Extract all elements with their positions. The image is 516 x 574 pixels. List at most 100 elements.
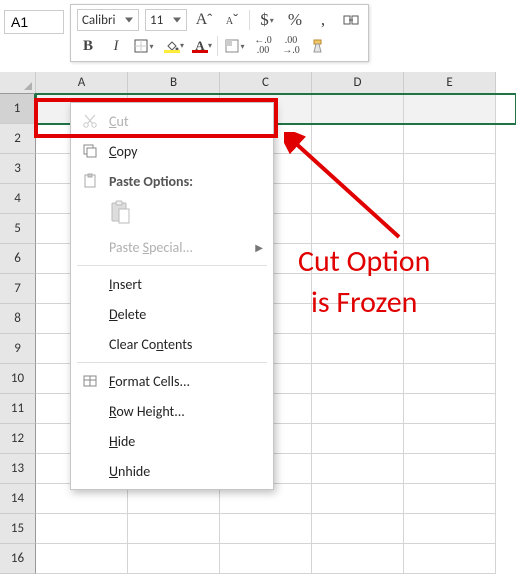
column-header[interactable]: B [128,72,220,94]
cell[interactable] [404,454,496,484]
cell[interactable] [312,454,404,484]
cell[interactable] [404,514,496,544]
cell[interactable] [404,334,496,364]
paste-icon [109,199,131,229]
format-cells-icon [79,373,101,389]
cell[interactable] [36,514,128,544]
row-header[interactable]: 1 [0,94,36,124]
row-header[interactable]: 15 [0,514,36,544]
cell[interactable] [404,124,496,154]
menu-row-height[interactable]: Row Height... [71,396,273,426]
cell[interactable] [312,364,404,394]
cell[interactable] [312,184,404,214]
menu-format-cells[interactable]: Format Cells... [71,366,273,396]
cell[interactable] [128,544,220,574]
cell[interactable] [404,154,496,184]
cell[interactable] [312,124,404,154]
table-row [36,514,516,544]
menu-hide-label: Hide [109,433,263,450]
decrease-decimal-button[interactable]: .00 →.0 [280,35,302,57]
row-header[interactable]: 13 [0,454,36,484]
cell[interactable] [312,544,404,574]
row-header[interactable]: 5 [0,214,36,244]
cell[interactable] [404,484,496,514]
cell[interactable] [312,484,404,514]
row-header[interactable]: 7 [0,274,36,304]
cell[interactable] [404,544,496,574]
cell[interactable] [312,214,404,244]
row-header[interactable]: 11 [0,394,36,424]
font-size-value: 11 [150,13,163,28]
bold-button[interactable]: B [77,35,99,57]
cell[interactable] [312,274,404,304]
cell[interactable] [404,424,496,454]
font-name-value: Calibri [82,13,115,28]
column-header[interactable]: E [404,72,496,94]
cell[interactable] [404,364,496,394]
column-header[interactable]: D [312,72,404,94]
row-header[interactable]: 2 [0,124,36,154]
cell[interactable] [404,94,496,124]
row-header[interactable]: 16 [0,544,36,574]
cell[interactable] [312,424,404,454]
scissors-icon [79,113,101,129]
format-painter-button[interactable] [308,35,330,57]
menu-insert[interactable]: Insert [71,269,273,299]
cell[interactable] [220,544,312,574]
column-header[interactable]: C [220,72,312,94]
font-name-select[interactable]: Calibri [77,9,139,31]
cell[interactable] [220,514,312,544]
row-header[interactable]: 6 [0,244,36,274]
comma-format-button[interactable]: , [312,9,334,31]
menu-paste-options-header: Paste Options: [71,166,273,196]
conditional-format-button[interactable]: ▾ [224,35,246,57]
font-color-button[interactable]: A ▾ [189,35,211,57]
menu-cut-label: Cut [109,113,263,130]
percent-format-button[interactable]: % [284,9,306,31]
merge-cells-button[interactable] [340,9,362,31]
cell[interactable] [312,394,404,424]
menu-copy[interactable]: Copy [71,136,273,166]
cell[interactable] [312,304,404,334]
menu-delete[interactable]: Delete [71,299,273,329]
cell[interactable] [36,544,128,574]
cell[interactable] [312,94,404,124]
cell[interactable] [128,514,220,544]
cell[interactable] [312,334,404,364]
row-header[interactable]: 4 [0,184,36,214]
decrease-font-button[interactable]: Aˇ [221,9,243,31]
row-header[interactable]: 8 [0,304,36,334]
column-header[interactable]: A [36,72,128,94]
increase-font-button[interactable]: Aˆ [193,9,215,31]
menu-clear-contents[interactable]: Clear Contents [71,329,273,359]
menu-row-height-label: Row Height... [109,403,263,420]
row-header[interactable]: 10 [0,364,36,394]
cell[interactable] [404,394,496,424]
menu-hide[interactable]: Hide [71,426,273,456]
select-all-corner[interactable] [0,72,36,94]
row-header[interactable]: 9 [0,334,36,364]
cell[interactable] [404,274,496,304]
row-header[interactable]: 12 [0,424,36,454]
cell[interactable] [404,214,496,244]
cell[interactable] [404,244,496,274]
menu-paste-default [71,196,273,232]
menu-unhide-label: Unhide [109,463,263,480]
cell[interactable] [404,304,496,334]
menu-insert-label: Insert [109,276,263,293]
increase-decimal-button[interactable]: ←.0 .00 [252,35,274,57]
font-size-select[interactable]: 11 [145,9,187,31]
italic-button[interactable]: I [105,35,127,57]
row-header[interactable]: 14 [0,484,36,514]
borders-button[interactable]: ▾ [133,35,155,57]
cell[interactable] [404,184,496,214]
row-header[interactable]: 3 [0,154,36,184]
fill-color-button[interactable]: ▾ [161,35,183,57]
cell[interactable] [312,514,404,544]
cell[interactable] [312,154,404,184]
cell[interactable] [312,244,404,274]
name-box[interactable] [4,10,64,34]
menu-unhide[interactable]: Unhide [71,456,273,486]
accounting-format-button[interactable]: $▾ [256,9,278,31]
menu-delete-label: Delete [109,306,263,323]
